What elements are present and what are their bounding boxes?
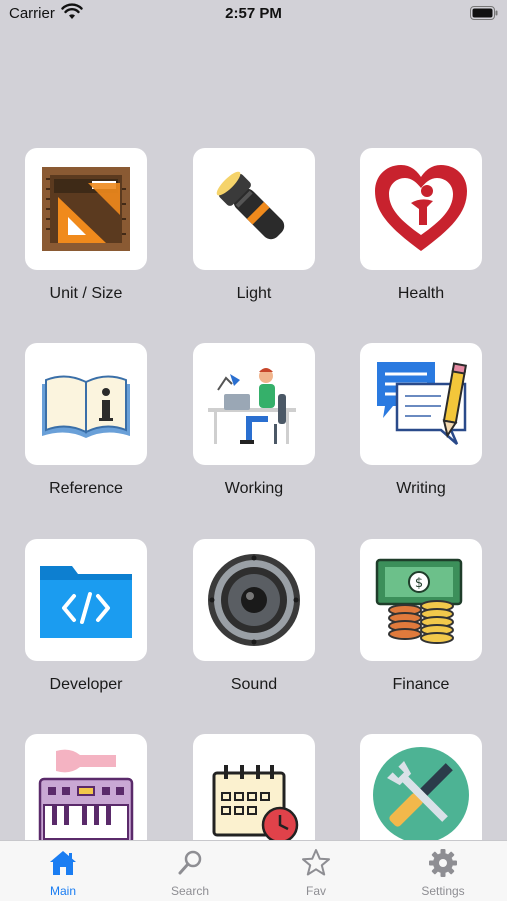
category-health[interactable]: Health [346, 148, 496, 303]
tab-fav[interactable]: Fav [253, 841, 379, 901]
category-label: Light [236, 285, 272, 302]
category-schedule[interactable] [179, 734, 329, 840]
category-grid: Unit / Size Light Health Reference Worki… [0, 0, 507, 840]
category-icon-box [25, 148, 147, 270]
category-icon-box [360, 734, 482, 840]
calendar-clock-icon [212, 765, 299, 840]
category-label: Developer [49, 676, 123, 693]
tools-icon [373, 747, 469, 840]
tab-bar: Main Search Fav Settings [0, 840, 507, 901]
category-icon-box [25, 343, 147, 465]
tab-label: Fav [305, 884, 326, 898]
tab-label: Main [49, 884, 76, 898]
tab-main[interactable]: Main [0, 841, 126, 901]
note-pencil-icon [377, 362, 468, 445]
category-tools[interactable] [346, 734, 496, 840]
category-icon-box [193, 343, 315, 465]
category-sound[interactable]: Sound [179, 539, 329, 694]
code-folder-icon [40, 566, 132, 638]
category-label: Sound [230, 676, 278, 693]
tab-label: Search [170, 884, 210, 898]
category-light[interactable]: Light [179, 148, 329, 303]
category-label: Writing [396, 480, 446, 497]
category-icon-box [193, 539, 315, 661]
category-label: Finance [392, 676, 450, 693]
category-working[interactable]: Working [179, 343, 329, 498]
category-writing[interactable]: Writing [346, 343, 496, 498]
search-icon [178, 850, 202, 875]
gear-icon [429, 849, 457, 877]
star-icon [302, 849, 330, 876]
category-label: Reference [49, 480, 123, 497]
category-icon-box [193, 148, 315, 270]
category-icon-box [25, 539, 147, 661]
category-reference[interactable]: Reference [11, 343, 161, 498]
category-finance[interactable]: $ Finance [346, 539, 496, 694]
svg-text:$: $ [415, 576, 423, 591]
category-icon-box [360, 343, 482, 465]
category-label: Unit / Size [49, 285, 123, 302]
tab-settings[interactable]: Settings [380, 841, 506, 901]
category-unit-size[interactable]: Unit / Size [11, 148, 161, 303]
category-label: Working [224, 480, 284, 497]
info-book-icon [42, 375, 130, 438]
category-icon-box [25, 734, 147, 840]
flashlight-icon [216, 171, 285, 240]
tab-search[interactable]: Search [127, 841, 253, 901]
speaker-icon [208, 554, 300, 646]
category-music[interactable] [11, 734, 161, 840]
keyboard-guitar-icon [38, 749, 134, 840]
ruler-set-icon [42, 167, 130, 251]
category-label: Health [397, 285, 445, 302]
home-icon [50, 851, 76, 875]
category-icon-box [360, 148, 482, 270]
heart-person-icon [375, 165, 467, 251]
category-icon-box: $ [360, 539, 482, 661]
category-developer[interactable]: Developer [11, 539, 161, 694]
person-at-desk-icon [208, 368, 296, 444]
tab-label: Settings [421, 884, 465, 898]
category-icon-box [193, 734, 315, 840]
money-coins-icon: $ [375, 558, 463, 644]
